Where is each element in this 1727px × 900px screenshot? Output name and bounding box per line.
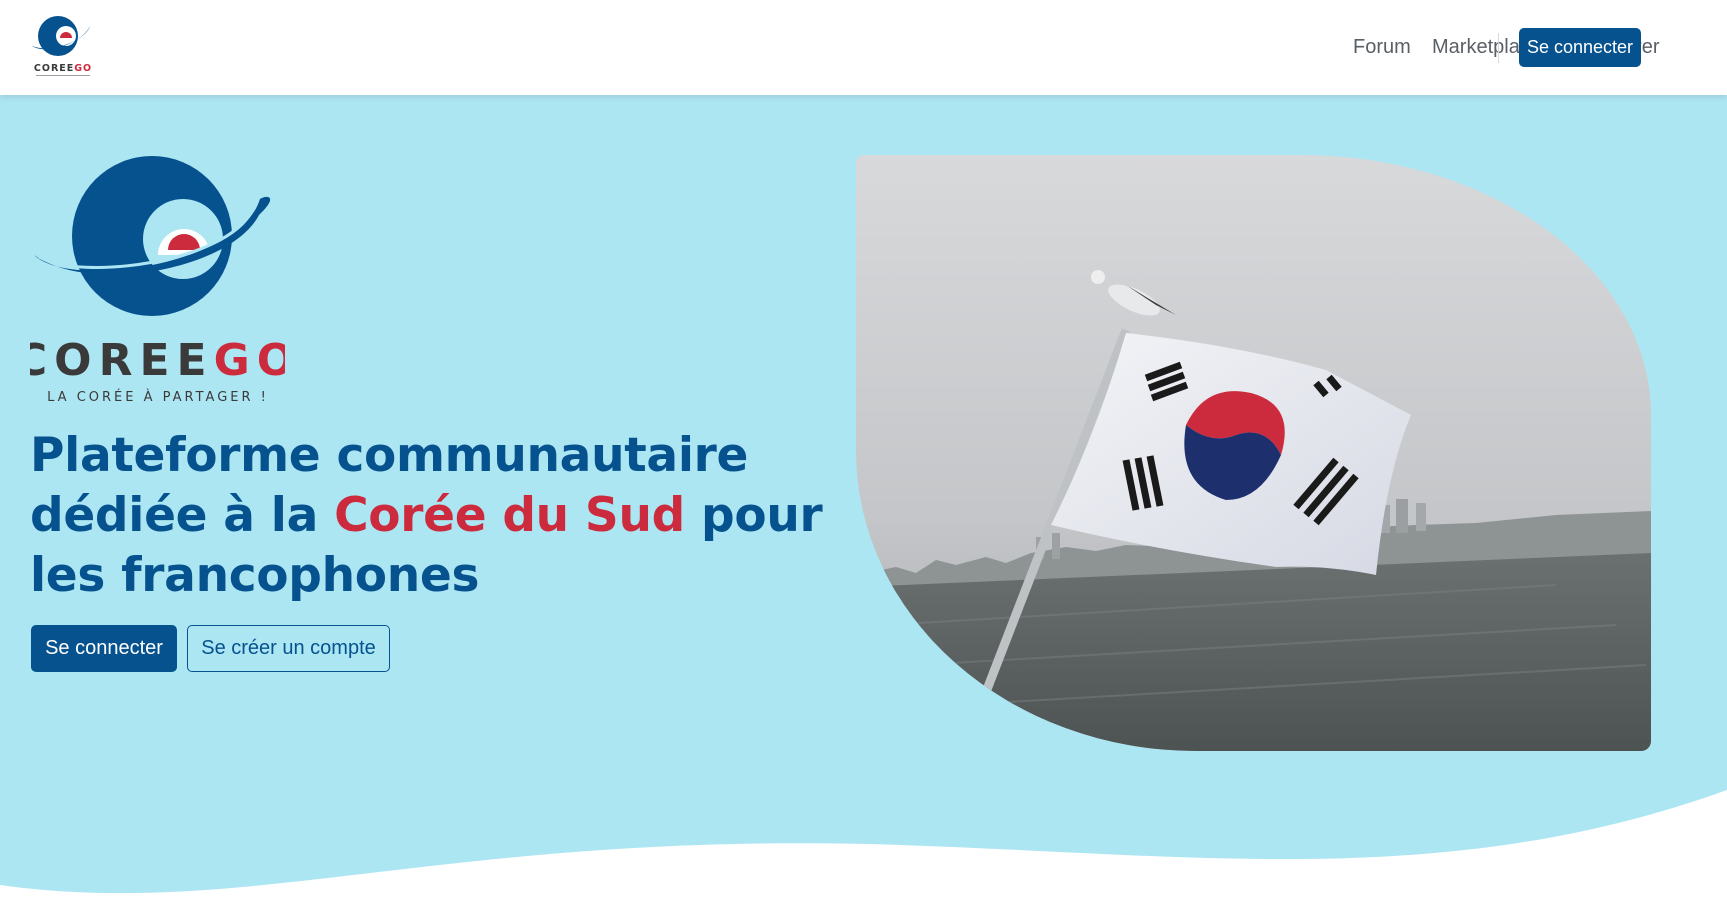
hero-signup-button[interactable]: Se créer un compte [187, 625, 390, 672]
bottom-wave-divider [0, 790, 1727, 900]
nav-link-forum[interactable]: Forum [1353, 36, 1411, 59]
header-login-button[interactable]: Se connecter [1519, 28, 1641, 67]
hero-image-korean-flag [856, 155, 1651, 751]
hero-logo: COREEGO LA CORÉE À PARTAGER ! [15, 155, 294, 405]
svg-text:COREEGO: COREEGO [34, 63, 92, 74]
hero-title: Plateforme communautaire dédiée à la Cor… [30, 426, 830, 606]
nav-divider [1498, 33, 1499, 63]
hero-login-button[interactable]: Se connecter [31, 625, 177, 672]
navbar: COREEGO Forum Marketplace Explorer Se co… [0, 0, 1727, 95]
svg-text:LA CORÉE À PARTAGER !: LA CORÉE À PARTAGER ! [47, 389, 269, 405]
header-logo[interactable]: COREEGO [28, 14, 98, 80]
hero-title-highlight: Corée du Sud [334, 488, 685, 543]
svg-text:COREEGO: COREEGO [30, 335, 285, 386]
